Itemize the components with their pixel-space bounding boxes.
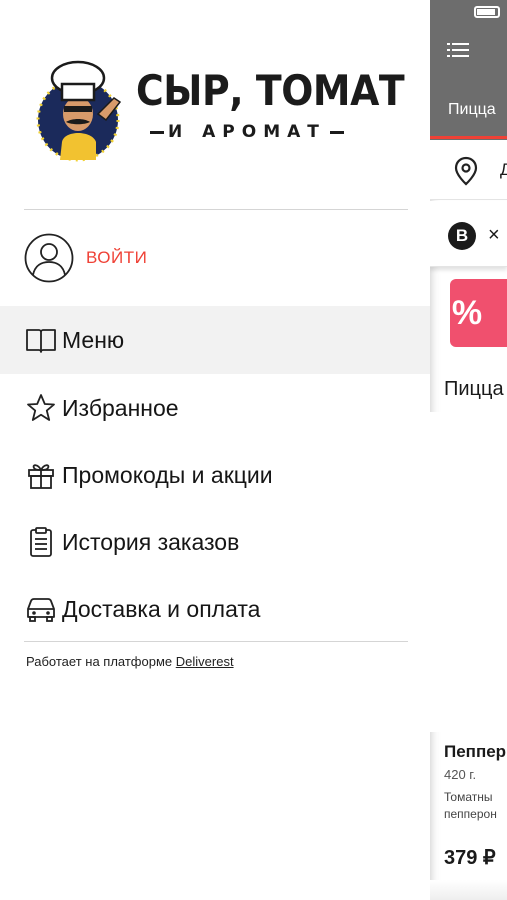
- bonus-badge-icon: B: [448, 222, 476, 250]
- menu-item-favorites[interactable]: Избранное: [0, 374, 430, 442]
- product-desc-line: пепперон: [444, 807, 497, 821]
- category-title: Пицца: [444, 378, 504, 400]
- location-pin-icon: [454, 156, 478, 186]
- navigation-drawer: СЫР, ТОМАТ И АРОМАТ ВОЙТИ Меню Избранное…: [0, 0, 430, 900]
- product-weight: 420 г.: [444, 767, 477, 782]
- bottom-bar: [430, 880, 507, 900]
- menu-item-label: Промокоды и акции: [62, 461, 273, 488]
- divider: [24, 209, 408, 210]
- tab-pizza[interactable]: Пицца: [448, 101, 496, 119]
- gift-icon: [24, 458, 58, 492]
- menu-item-label: Доставка и оплата: [62, 595, 261, 622]
- product-image[interactable]: [430, 412, 507, 732]
- address-text: Д: [500, 160, 507, 179]
- login-label: ВОЙТИ: [86, 248, 148, 267]
- list-menu-icon[interactable]: [447, 42, 469, 58]
- battery-icon: [474, 6, 500, 18]
- address-row[interactable]: Д: [430, 140, 507, 200]
- menu-item-label: Избранное: [62, 394, 179, 421]
- car-icon: [24, 592, 58, 626]
- menu-item-menu[interactable]: Меню: [0, 306, 430, 374]
- menu-item-label: История заказов: [62, 528, 240, 555]
- ornament-right: [329, 130, 344, 134]
- brand-title: СЫР, ТОМАТ: [136, 66, 405, 115]
- divider: [24, 641, 408, 642]
- tab-indicator: [430, 136, 507, 139]
- product-description: Томатны пепперон: [444, 789, 507, 823]
- clipboard-icon: [24, 525, 58, 559]
- menu-item-label: Меню: [62, 326, 125, 353]
- bonus-text: ×: [488, 224, 500, 246]
- login-button[interactable]: ВОЙТИ: [24, 232, 147, 284]
- menu-item-delivery[interactable]: Доставка и оплата: [0, 575, 430, 643]
- ornament-left: [150, 130, 164, 134]
- main-screen: Пицца Д B × % Пицца Пеппер 420 г. Томатн…: [430, 0, 507, 900]
- promo-button[interactable]: %: [450, 279, 507, 347]
- product-name[interactable]: Пеппер: [444, 742, 506, 762]
- platform-link[interactable]: Deliverest: [176, 654, 234, 669]
- brand-subtitle-text: И АРОМАТ: [168, 122, 326, 142]
- product-desc-line: Томатны: [444, 790, 493, 804]
- star-icon: [24, 391, 58, 425]
- menu-item-order-history[interactable]: История заказов: [0, 508, 430, 576]
- top-app-bar: Пицца: [430, 0, 507, 140]
- product-price: 379 ₽: [444, 847, 496, 869]
- menu-item-promocodes[interactable]: Промокоды и акции: [0, 441, 430, 509]
- brand-logo: СЫР, ТОМАТ И АРОМАТ: [36, 56, 406, 166]
- book-icon: [24, 323, 58, 357]
- bonus-row[interactable]: B ×: [430, 201, 507, 267]
- platform-prefix: Работает на платформе: [26, 654, 173, 669]
- brand-subtitle: И АРОМАТ: [146, 122, 348, 142]
- user-avatar-icon: [24, 233, 74, 283]
- chef-mascot-icon: [36, 60, 122, 162]
- percent-icon: %: [451, 293, 483, 332]
- platform-footer: Работает на платформе Deliverest: [26, 654, 234, 669]
